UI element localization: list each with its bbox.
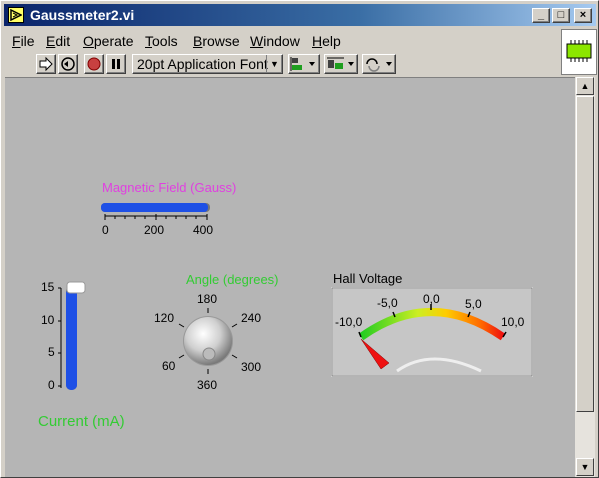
current-slider-fill (66, 288, 77, 390)
stop-icon (87, 57, 101, 71)
dropdown-arrow-icon: ▼ (266, 55, 282, 73)
vi-connector-pane-icon[interactable] (561, 29, 597, 75)
distribute-objects-icon (327, 57, 354, 69)
angle-tick-240: 240 (241, 311, 262, 325)
current-tick-15: 15 (41, 280, 55, 294)
hall-tick-5: 5,0 (465, 297, 482, 311)
scrollbar-thumb[interactable] (576, 96, 594, 412)
current-tick-5: 5 (48, 345, 55, 359)
menu-browse[interactable]: Browse (193, 33, 240, 49)
run-button[interactable] (36, 54, 56, 74)
reorder-button[interactable] (362, 54, 396, 74)
scroll-up-button[interactable]: ▲ (576, 77, 594, 95)
magnetic-field-slide (101, 203, 210, 220)
run-arrow-icon (39, 56, 53, 72)
current-slider[interactable] (57, 278, 87, 396)
abort-button[interactable] (84, 54, 104, 74)
align-objects-icon (290, 57, 315, 71)
angle-tick-180: 180 (197, 292, 218, 306)
front-panel: Magnetic Field (Gauss) 0 200 400 15 10 5… (5, 77, 575, 477)
menu-edit[interactable]: Edit (46, 33, 70, 49)
hall-voltage-label: Hall Voltage (333, 271, 403, 286)
menu-bar: File Edit Operate Tools Browse Window He… (4, 29, 559, 51)
magnetic-field-label: Magnetic Field (Gauss) (102, 180, 237, 195)
menu-help[interactable]: Help (312, 33, 341, 49)
vi-window: Gaussmeter2.vi _ □ × File Edit Operate T… (0, 0, 599, 478)
maximize-icon: □ (557, 9, 565, 21)
labview-vi-icon[interactable] (8, 7, 24, 23)
magnetic-field-tick-400: 400 (193, 223, 214, 237)
angle-tick-300: 300 (241, 360, 262, 374)
minimize-icon: _ (537, 9, 545, 21)
angle-knob[interactable] (173, 306, 243, 376)
magnetic-field-tick-200: 200 (144, 223, 165, 237)
current-tick-10: 10 (41, 313, 55, 327)
angle-label: Angle (degrees) (186, 272, 279, 287)
reorder-icon (366, 58, 392, 72)
title-bar[interactable]: Gaussmeter2.vi _ □ × (4, 4, 596, 26)
magnetic-field-fill (101, 203, 208, 212)
font-selector[interactable]: 20pt Application Font ▼ (132, 54, 283, 74)
menu-window[interactable]: Window (250, 33, 300, 49)
align-objects-button[interactable] (288, 54, 320, 74)
maximize-button[interactable]: □ (552, 8, 570, 23)
close-icon: × (579, 9, 587, 21)
pause-icon (112, 59, 120, 69)
pause-button[interactable] (106, 54, 126, 74)
menu-operate[interactable]: Operate (83, 33, 134, 49)
scroll-down-button[interactable]: ▼ (576, 458, 594, 476)
angle-tick-360: 360 (197, 378, 218, 392)
scroll-down-arrow-icon: ▼ (580, 462, 590, 472)
current-label: Current (mA) (38, 413, 125, 430)
magnetic-field-tick-0: 0 (102, 223, 109, 237)
hall-tick-m5: -5,0 (377, 296, 398, 310)
distribute-objects-button[interactable] (324, 54, 358, 74)
run-continuously-icon (61, 57, 75, 71)
current-tick-0: 0 (48, 378, 55, 392)
scroll-up-arrow-icon: ▲ (580, 81, 590, 91)
vertical-scrollbar[interactable]: ▲ ▼ (575, 77, 595, 477)
toolbar: 20pt Application Font ▼ (4, 51, 559, 77)
angle-tick-120: 120 (154, 311, 175, 325)
hall-tick-0: 0,0 (423, 292, 440, 306)
menu-tools[interactable]: Tools (145, 33, 178, 49)
run-continuously-button[interactable] (58, 54, 78, 74)
menu-file[interactable]: File (12, 33, 35, 49)
battery-chip-icon (566, 40, 592, 62)
hall-tick-m10: -10,0 (335, 315, 363, 329)
current-slider-thumb[interactable] (66, 281, 86, 294)
close-button[interactable]: × (574, 8, 592, 23)
angle-knob-indicator (202, 347, 216, 361)
hall-tick-10: 10,0 (501, 315, 525, 329)
minimize-button[interactable]: _ (532, 8, 550, 23)
font-selector-label: 20pt Application Font (137, 56, 268, 72)
window-title: Gaussmeter2.vi (30, 7, 135, 23)
